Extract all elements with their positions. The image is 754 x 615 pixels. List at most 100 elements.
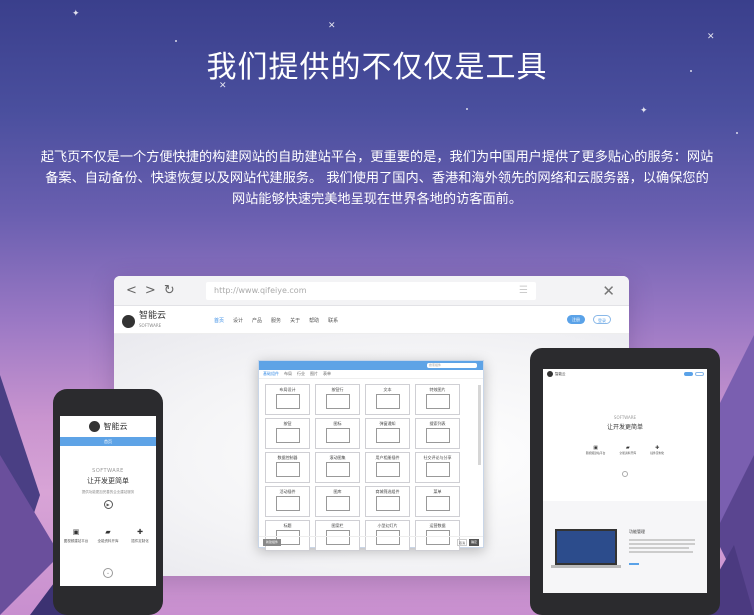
close-icon[interactable]: ✕: [602, 282, 615, 300]
laptop-illustration: [555, 529, 617, 565]
chevron-down-icon[interactable]: ⌄: [103, 568, 113, 578]
tab-basic[interactable]: 基础组件: [263, 371, 279, 377]
logo-subtext: SOFTWARE: [139, 323, 162, 328]
star-dot: [466, 108, 468, 110]
folder-icon: ▰: [105, 528, 111, 536]
modal-search-input[interactable]: 搜索组件: [427, 363, 477, 368]
site-menu: 首页 设计 产品 服务 关于 帮助 联系: [214, 317, 338, 324]
star-icon: ✕: [328, 21, 336, 31]
forward-icon[interactable]: >: [145, 283, 156, 298]
refresh-icon[interactable]: ↻: [164, 283, 175, 298]
widget-tile[interactable]: 按钮行: [315, 384, 360, 415]
widget-tile[interactable]: 用户相册插件: [365, 452, 410, 483]
url-text: http://www.qifeiye.com: [214, 286, 307, 295]
widget-tile[interactable]: 活动插件: [265, 486, 310, 517]
menu-item[interactable]: 服务: [271, 317, 281, 324]
register-button[interactable]: [684, 372, 693, 376]
tablet-feature: ▰ 全能资料开库: [619, 445, 637, 455]
tablet-mockup: 智能云 SOFTWARE 让开发更简单 ▣ 图视频建站平台 ▰ 全能资料开库 ✚ 插件…: [530, 348, 720, 615]
register-button[interactable]: 注册: [567, 315, 585, 324]
phone-software-label: SOFTWARE: [92, 468, 124, 474]
star-icon: ✦: [640, 106, 648, 116]
modal-scrollbar[interactable]: [478, 385, 481, 465]
phone-subline: 提供功能更加完善的企业建站服务: [81, 490, 135, 494]
site-logo[interactable]: 智能云 SOFTWARE: [122, 312, 166, 330]
phone-nav-bar[interactable]: 首页: [60, 437, 156, 446]
widget-tile[interactable]: 商城筛选组件: [365, 486, 410, 517]
tablet-logo: 智能云: [547, 371, 566, 377]
widget-thumbnail: [426, 462, 450, 477]
site-header: 智能云 SOFTWARE 首页 设计 产品 服务 关于 帮助 联系 注册 登录: [114, 306, 629, 334]
widget-tile[interactable]: 图标: [315, 418, 360, 449]
menu-item[interactable]: 首页: [214, 317, 224, 324]
widget-tile[interactable]: 图库: [315, 486, 360, 517]
widget-thumbnail: [326, 428, 350, 443]
widget-tile[interactable]: 文本: [365, 384, 410, 415]
menu-item[interactable]: 设计: [233, 317, 243, 324]
star-dot: [736, 132, 738, 134]
widget-tile[interactable]: 搜索列表: [415, 418, 460, 449]
widget-grid: 布局设计 按钮行 文本 特效图片 按钮 图标 弹窗通知 搜索列表 数据控制器 滚…: [265, 384, 460, 551]
widget-tile[interactable]: 按钮: [265, 418, 310, 449]
widget-tile[interactable]: 菜单: [415, 486, 460, 517]
logo-text: 智能云: [139, 311, 167, 321]
logo-icon: [88, 421, 100, 432]
new-component-button[interactable]: 新建组件: [263, 539, 281, 546]
widget-tile[interactable]: 社交评论与分享: [415, 452, 460, 483]
widget-thumbnail: [376, 394, 400, 409]
tablet-logo-text: 智能云: [555, 372, 566, 376]
widget-tile[interactable]: 弹窗通知: [365, 418, 410, 449]
tablet-header: 智能云: [543, 369, 707, 379]
star-icon: ✕: [707, 32, 715, 42]
widget-thumbnail: [326, 462, 350, 477]
laptop-base: [551, 565, 621, 568]
widget-tile[interactable]: 布局设计: [265, 384, 310, 415]
menu-item[interactable]: 联系: [328, 317, 338, 324]
star-icon: ✦: [72, 9, 80, 19]
tablet-headline: 让开发更简单: [606, 424, 643, 431]
tablet-screen: 智能云 SOFTWARE 让开发更简单 ▣ 图视频建站平台 ▰ 全能资料开库 ✚ 插件…: [543, 369, 707, 593]
modal-tabs: 基础组件 布局 行业 图片 表单: [259, 370, 483, 379]
widget-tile[interactable]: 特效图片: [415, 384, 460, 415]
tablet-section-title: 功能管理: [629, 529, 645, 534]
phone-logo-text: 智能云: [103, 422, 128, 431]
tablet-feature: ✚ 插件定制化: [650, 445, 665, 455]
play-icon[interactable]: ▶: [103, 500, 113, 509]
widget-thumbnail: [376, 462, 400, 477]
widget-tile[interactable]: 数据控制器: [265, 452, 310, 483]
login-button[interactable]: [695, 372, 704, 376]
tab-image[interactable]: 图片: [310, 371, 318, 377]
phone-feature: ▣ 图视频建站平台: [61, 528, 91, 544]
menu-item[interactable]: 产品: [252, 317, 262, 324]
hero-title: 我们提供的不仅仅是工具: [206, 50, 548, 85]
phone-features: ▣ 图视频建站平台 ▰ 全能资料开库 ✚ 插件定制化: [60, 528, 156, 544]
tab-form[interactable]: 表单: [323, 371, 331, 377]
confirm-button[interactable]: 确定: [469, 539, 479, 546]
widget-thumbnail: [376, 496, 400, 511]
menu-item[interactable]: 帮助: [309, 317, 319, 324]
phone-mockup: 智能云 首页 SOFTWARE 让开发更简单 提供功能更加完善的企业建站服务 ▶…: [53, 389, 163, 615]
back-icon[interactable]: <: [126, 283, 137, 298]
widget-thumbnail: [426, 394, 450, 409]
text-line: [629, 547, 689, 549]
menu-item[interactable]: 关于: [290, 317, 300, 324]
widget-tile[interactable]: 滚动图集: [315, 452, 360, 483]
cancel-button[interactable]: 取消: [457, 539, 467, 546]
chevron-down-icon[interactable]: [622, 471, 628, 477]
image-icon: ▣: [72, 528, 80, 536]
text-line: [629, 543, 695, 545]
tab-layout[interactable]: 布局: [284, 371, 292, 377]
link-line[interactable]: [629, 563, 639, 565]
component-picker-modal: 搜索组件 基础组件 布局 行业 图片 表单 布局设计 按钮行 文本 特效图片 按…: [258, 360, 484, 551]
widget-thumbnail: [276, 394, 300, 409]
tablet-lower-section: 功能管理: [543, 501, 707, 593]
tab-industry[interactable]: 行业: [297, 371, 305, 377]
menu-lines-icon[interactable]: ☰: [519, 285, 528, 296]
text-line: [629, 539, 695, 541]
logo-icon: [547, 371, 553, 377]
tablet-software-label: SOFTWARE: [613, 415, 637, 420]
login-button[interactable]: 登录: [593, 315, 611, 324]
widget-thumbnail: [276, 428, 300, 443]
modal-footer: 新建组件 取消 确定: [259, 536, 483, 547]
url-field[interactable]: http://www.qifeiye.com ☰: [206, 282, 536, 300]
